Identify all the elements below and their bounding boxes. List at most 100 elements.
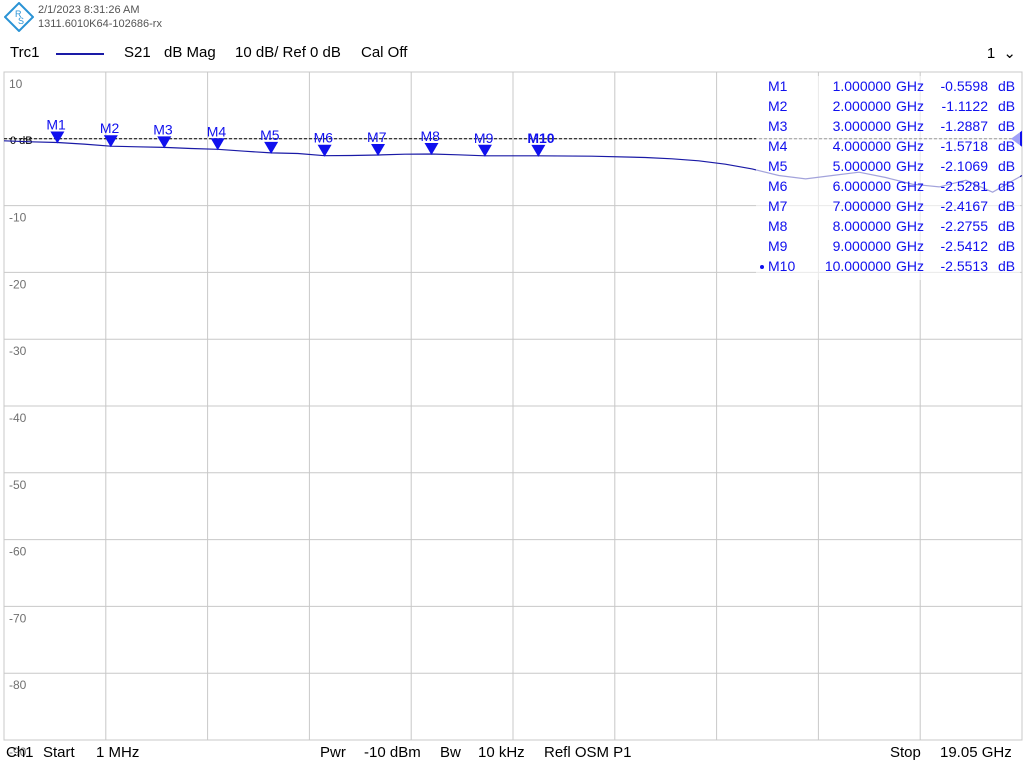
marker-table-value: -1.5718: [941, 138, 989, 154]
trace-line-swatch: [56, 53, 104, 55]
start-label: Start: [43, 744, 75, 761]
power-label: Pwr: [320, 744, 346, 761]
active-marker-dot-icon: [760, 265, 764, 269]
marker-table-frequency: 10.000000: [825, 258, 891, 274]
power-value[interactable]: -10 dBm: [364, 744, 421, 761]
marker-table-frequency-unit: GHz: [896, 258, 924, 274]
marker-m2-label: M2: [100, 120, 120, 136]
marker-table-frequency-unit: GHz: [896, 198, 924, 214]
svg-text:S: S: [18, 16, 24, 26]
marker-m10-label: M10: [527, 130, 554, 146]
marker-m8-label: M8: [420, 128, 440, 144]
marker-table-value: -0.5598: [941, 78, 989, 94]
marker-table-value-unit: dB: [998, 218, 1015, 234]
marker-table-frequency: 2.000000: [833, 98, 892, 114]
measured-parameter[interactable]: S21: [124, 44, 151, 61]
y-tick-label: -70: [9, 611, 27, 625]
marker-m3-icon[interactable]: [157, 136, 172, 149]
y-tick-label: -30: [9, 344, 27, 358]
y-tick-label: -40: [9, 411, 27, 425]
rohde-schwarz-logo: R S: [4, 2, 34, 32]
marker-table-name: M2: [768, 98, 788, 114]
y-tick-label: -50: [9, 478, 27, 492]
channel-info-bar: Ch1 Start 1 MHz Pwr -10 dBm Bw 10 kHz Re…: [0, 744, 1024, 766]
marker-table-name: M8: [768, 218, 788, 234]
marker-table-name: M6: [768, 178, 788, 194]
y-tick-label: -60: [9, 545, 27, 559]
calibration-type[interactable]: Refl OSM P1: [544, 744, 632, 761]
start-frequency[interactable]: 1 MHz: [96, 744, 139, 761]
marker-table-frequency-unit: GHz: [896, 178, 924, 194]
marker-table-name: M10: [768, 258, 795, 274]
marker-m7-label: M7: [367, 129, 387, 145]
marker-m10-icon[interactable]: [531, 144, 546, 157]
marker-table-value: -2.5281: [941, 178, 989, 194]
marker-m8-icon[interactable]: [424, 143, 439, 156]
marker-table-frequency: 6.000000: [833, 178, 892, 194]
marker-table-value: -2.1069: [941, 158, 989, 174]
marker-table-name: M3: [768, 118, 788, 134]
stop-frequency[interactable]: 19.05 GHz: [940, 744, 1012, 761]
trace-info-bar: Trc1 S21 dB Mag 10 dB/ Ref 0 dB Cal Off …: [0, 44, 1024, 66]
marker-m1-label: M1: [46, 117, 66, 133]
marker-m1-icon[interactable]: [50, 131, 65, 144]
marker-m4-icon[interactable]: [210, 138, 225, 151]
marker-table-frequency: 7.000000: [833, 198, 892, 214]
timestamp: 2/1/2023 8:31:26 AM: [38, 4, 140, 16]
marker-table-frequency: 3.000000: [833, 118, 892, 134]
marker-table-value-unit: dB: [998, 118, 1015, 134]
channel-selector-value: 1: [986, 45, 996, 62]
marker-m7-icon[interactable]: [371, 143, 386, 156]
marker-table-frequency-unit: GHz: [896, 158, 924, 174]
marker-table-frequency: 9.000000: [833, 238, 892, 254]
y-tick-label: -20: [9, 277, 27, 291]
channel-label[interactable]: Ch1: [6, 744, 34, 761]
bandwidth-label: Bw: [440, 744, 461, 761]
marker-table-frequency: 8.000000: [833, 218, 892, 234]
marker-table-frequency-unit: GHz: [896, 238, 924, 254]
marker-table-value: -2.5513: [941, 258, 989, 274]
marker-table-name: M9: [768, 238, 788, 254]
marker-table-frequency: 4.000000: [833, 138, 892, 154]
marker-table-name: M5: [768, 158, 788, 174]
marker-table-name: M4: [768, 138, 788, 154]
marker-m4-label: M4: [207, 123, 227, 139]
marker-table-frequency-unit: GHz: [896, 78, 924, 94]
marker-m9-icon[interactable]: [477, 144, 492, 157]
marker-table-value: -1.2887: [941, 118, 989, 134]
channel-selector[interactable]: 1 ⌄: [987, 44, 1016, 62]
device-id: 1311.6010K64-102686-rx: [38, 18, 162, 30]
marker-m5-label: M5: [260, 127, 280, 143]
y-tick-label: 10: [9, 77, 23, 91]
marker-table-frequency-unit: GHz: [896, 218, 924, 234]
marker-m6-label: M6: [314, 130, 334, 146]
trace-diagram[interactable]: 10-10-20-30-40-50-60-70-80-900 dBM1 M2 M3 M…: [0, 0, 1024, 768]
marker-table-value: -2.4167: [941, 198, 989, 214]
chevron-down-icon: ⌄: [1003, 45, 1016, 62]
marker-table-value: -2.5412: [941, 238, 989, 254]
marker-table-frequency-unit: GHz: [896, 118, 924, 134]
y-tick-label: -80: [9, 678, 27, 692]
marker-m3-label: M3: [153, 121, 173, 137]
marker-table-frequency-unit: GHz: [896, 98, 924, 114]
marker-table-value: -1.1122: [942, 98, 989, 114]
marker-table-value-unit: dB: [998, 98, 1015, 114]
marker-table-value-unit: dB: [998, 158, 1015, 174]
calibration-status[interactable]: Cal Off: [361, 44, 407, 61]
marker-table-frequency: 5.000000: [833, 158, 892, 174]
trace-label[interactable]: Trc1: [10, 44, 39, 61]
marker-table-value-unit: dB: [998, 238, 1015, 254]
bandwidth-value[interactable]: 10 kHz: [478, 744, 525, 761]
y-tick-label: -10: [9, 211, 27, 225]
marker-table-frequency: 1.000000: [833, 78, 892, 94]
marker-table-value-unit: dB: [998, 78, 1015, 94]
marker-table-name: M7: [768, 198, 788, 214]
marker-table-value-unit: dB: [998, 258, 1015, 274]
stop-label: Stop: [890, 744, 921, 761]
marker-table-value-unit: dB: [998, 178, 1015, 194]
marker-table-name: M1: [768, 78, 788, 94]
marker-table-value: -2.2755: [941, 218, 989, 234]
marker-table-value-unit: dB: [998, 138, 1015, 154]
trace-format[interactable]: dB Mag: [164, 44, 216, 61]
trace-scale[interactable]: 10 dB/ Ref 0 dB: [235, 44, 341, 61]
